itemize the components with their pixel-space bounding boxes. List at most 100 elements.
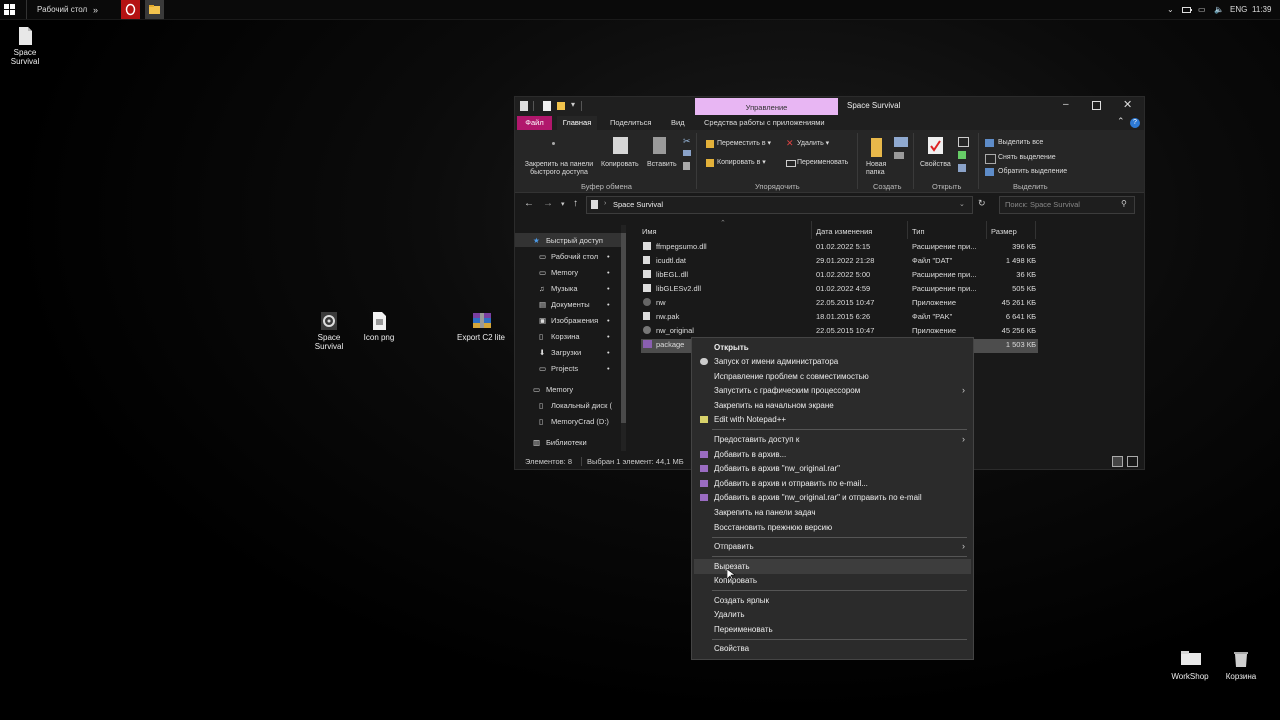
menu-item-properties[interactable]: Свойства [714, 644, 749, 653]
column-header-size[interactable]: Размер [991, 227, 1017, 236]
tab-file[interactable]: Файл [517, 116, 552, 130]
copy-button[interactable]: Копировать [601, 161, 639, 169]
desktop-icon-export-c2-lite[interactable]: Export C2 lite [451, 311, 511, 342]
menu-item-add-rar-email[interactable]: Добавить в архив "nw_original.rar" и отп… [714, 493, 922, 502]
search-icon[interactable]: ⚲ [1121, 199, 1127, 208]
nav-item-desktop[interactable]: Рабочий стол [551, 252, 598, 261]
nav-item-memory-root[interactable]: Memory [546, 385, 573, 394]
ribbon-collapse-icon[interactable]: ⌃ [1117, 116, 1125, 127]
menu-item-copy[interactable]: Копировать [714, 576, 757, 585]
search-input[interactable]: Поиск: Space Survival ⚲ [999, 196, 1135, 214]
network-icon[interactable]: ▭ [1198, 0, 1206, 19]
properties-button[interactable]: Свойства [920, 161, 951, 169]
edit-icon[interactable] [958, 151, 966, 159]
nav-item-local-disk[interactable]: Локальный диск ( [551, 401, 612, 410]
menu-item-edit-notepad[interactable]: Edit with Notepad++ [714, 415, 786, 424]
nav-scrollbar[interactable] [621, 225, 626, 451]
tab-view[interactable]: Вид [671, 118, 685, 127]
table-row[interactable]: libEGL.dll 01.02.2022 5:00 Расширение пр… [641, 267, 1158, 281]
menu-item-give-access[interactable]: Предоставить доступ к [714, 435, 799, 444]
menu-item-run-with-gpu[interactable]: Запустить с графическим процессором [714, 386, 860, 395]
tab-app-tools[interactable]: Средства работы с приложениями [704, 118, 825, 127]
address-dropdown-icon[interactable]: ⌄ [959, 200, 965, 208]
windows-start-icon[interactable] [4, 0, 16, 19]
rename-button[interactable]: Переименовать [797, 159, 848, 167]
menu-item-run-as-admin[interactable]: Запуск от имени администратора [714, 357, 838, 366]
menu-item-send-to[interactable]: Отправить [714, 542, 754, 551]
qat-properties-icon[interactable] [543, 101, 551, 111]
open-icon[interactable] [958, 137, 969, 147]
table-row[interactable]: nw 22.05.2015 10:47 Приложение 45 261 КБ [641, 295, 1158, 309]
easy-access-icon[interactable] [894, 152, 904, 159]
nav-item-recycle-bin[interactable]: Корзина [551, 332, 580, 341]
select-all-button[interactable]: Выделить все [998, 139, 1043, 147]
copy-to-button[interactable]: Копировать в ▾ [717, 159, 766, 167]
desktop-icon-icon-png[interactable]: Icon png [349, 311, 409, 342]
menu-item-create-shortcut[interactable]: Создать ярлык [714, 596, 769, 605]
title-bar[interactable]: ▾ Управление Space Survival – ✕ [515, 97, 1144, 116]
help-icon[interactable]: ? [1130, 118, 1140, 128]
menu-item-add-archive[interactable]: Добавить в архив... [714, 450, 786, 459]
desktop-toolbar-label[interactable]: Рабочий стол [37, 0, 87, 19]
nav-item-quick-access[interactable]: Быстрый доступ [546, 236, 603, 245]
table-row[interactable]: libGLESv2.dll 01.02.2022 4:59 Расширение… [641, 281, 1158, 295]
column-header-name[interactable]: Имя [642, 227, 657, 236]
paste-shortcut-icon[interactable] [683, 162, 690, 170]
qat-dropdown-icon[interactable]: ▾ [571, 100, 575, 109]
nav-item-music[interactable]: Музыка [551, 284, 578, 293]
table-row[interactable]: ffmpegsumo.dll 01.02.2022 5:15 Расширени… [641, 239, 1158, 253]
recent-locations-icon[interactable]: ▾ [561, 200, 565, 208]
tab-share[interactable]: Поделиться [610, 118, 651, 127]
minimize-button[interactable]: – [1063, 99, 1069, 110]
menu-item-restore-version[interactable]: Восстановить прежнюю версию [714, 523, 832, 532]
pin-quick-access-button[interactable]: Закрепить на панели быстрого доступа [521, 161, 597, 177]
nav-item-memorycrad[interactable]: MemoryCrad (D:) [551, 417, 609, 426]
toolbar-chevron-icon[interactable]: » [93, 0, 98, 19]
up-button[interactable]: ↑ [573, 198, 578, 209]
history-icon[interactable] [958, 164, 966, 172]
refresh-icon[interactable]: ↻ [978, 198, 986, 209]
breadcrumb-path[interactable]: Space Survival [613, 200, 663, 209]
new-folder-button[interactable]: Новая папка [866, 161, 886, 177]
nav-item-pictures[interactable]: Изображения [551, 316, 598, 325]
nav-item-projects[interactable]: Projects [551, 364, 578, 373]
select-none-button[interactable]: Снять выделение [998, 154, 1056, 162]
cut-icon[interactable]: ✂ [683, 136, 691, 147]
maximize-button[interactable] [1092, 101, 1101, 110]
menu-item-pin-start[interactable]: Закрепить на начальном экране [714, 401, 834, 410]
menu-item-add-rar[interactable]: Добавить в архив "nw_original.rar" [714, 464, 840, 473]
menu-item-open[interactable]: Открыть [714, 343, 749, 352]
table-row[interactable]: nw.pak 18.01.2015 6:26 Файл "PAK" 6 641 … [641, 309, 1158, 323]
menu-item-pin-taskbar[interactable]: Закрепить на панели задач [714, 508, 816, 517]
opera-taskbar-button[interactable] [121, 0, 140, 19]
tab-home[interactable]: Главная [557, 116, 597, 131]
tray-chevron-icon[interactable]: ⌄ [1167, 0, 1174, 19]
file-explorer-taskbar-button[interactable] [145, 0, 164, 19]
clock[interactable]: 11:39 [1252, 0, 1271, 19]
invert-selection-button[interactable]: Обратить выделение [998, 168, 1067, 176]
nav-item-memory[interactable]: Memory [551, 268, 578, 277]
back-button[interactable]: ← [524, 198, 534, 209]
details-view-icon[interactable] [1112, 456, 1123, 467]
menu-item-delete[interactable]: Удалить [714, 610, 745, 619]
nav-item-libraries[interactable]: Библиотеки [546, 438, 587, 447]
language-indicator[interactable]: ENG [1230, 0, 1247, 19]
new-item-icon[interactable] [894, 137, 908, 147]
qat-new-folder-icon[interactable] [557, 102, 565, 110]
delete-button[interactable]: Удалить ▾ [797, 140, 829, 148]
menu-item-add-email[interactable]: Добавить в архив и отправить по e-mail..… [714, 479, 868, 488]
move-to-button[interactable]: Переместить в ▾ [717, 140, 771, 148]
forward-button[interactable]: → [543, 198, 553, 209]
table-row[interactable]: icudtl.dat 29.01.2022 21:28 Файл "DAT" 1… [641, 253, 1158, 267]
menu-item-compatibility[interactable]: Исправление проблем с совместимостью [714, 372, 869, 381]
volume-icon[interactable]: 🔈 [1214, 0, 1224, 19]
desktop-icon-recycle-bin[interactable]: Корзина [1211, 650, 1271, 681]
nav-item-documents[interactable]: Документы [551, 300, 590, 309]
column-header-type[interactable]: Тип [912, 227, 925, 236]
address-field[interactable]: › Space Survival ⌄ [586, 196, 973, 214]
paste-button[interactable]: Вставить [647, 161, 677, 169]
column-header-date[interactable]: Дата изменения [816, 227, 872, 236]
desktop-icon-space-survival[interactable]: Space Survival [0, 26, 55, 66]
pin-icon[interactable] [552, 142, 555, 145]
nav-item-downloads[interactable]: Загрузки [551, 348, 581, 357]
